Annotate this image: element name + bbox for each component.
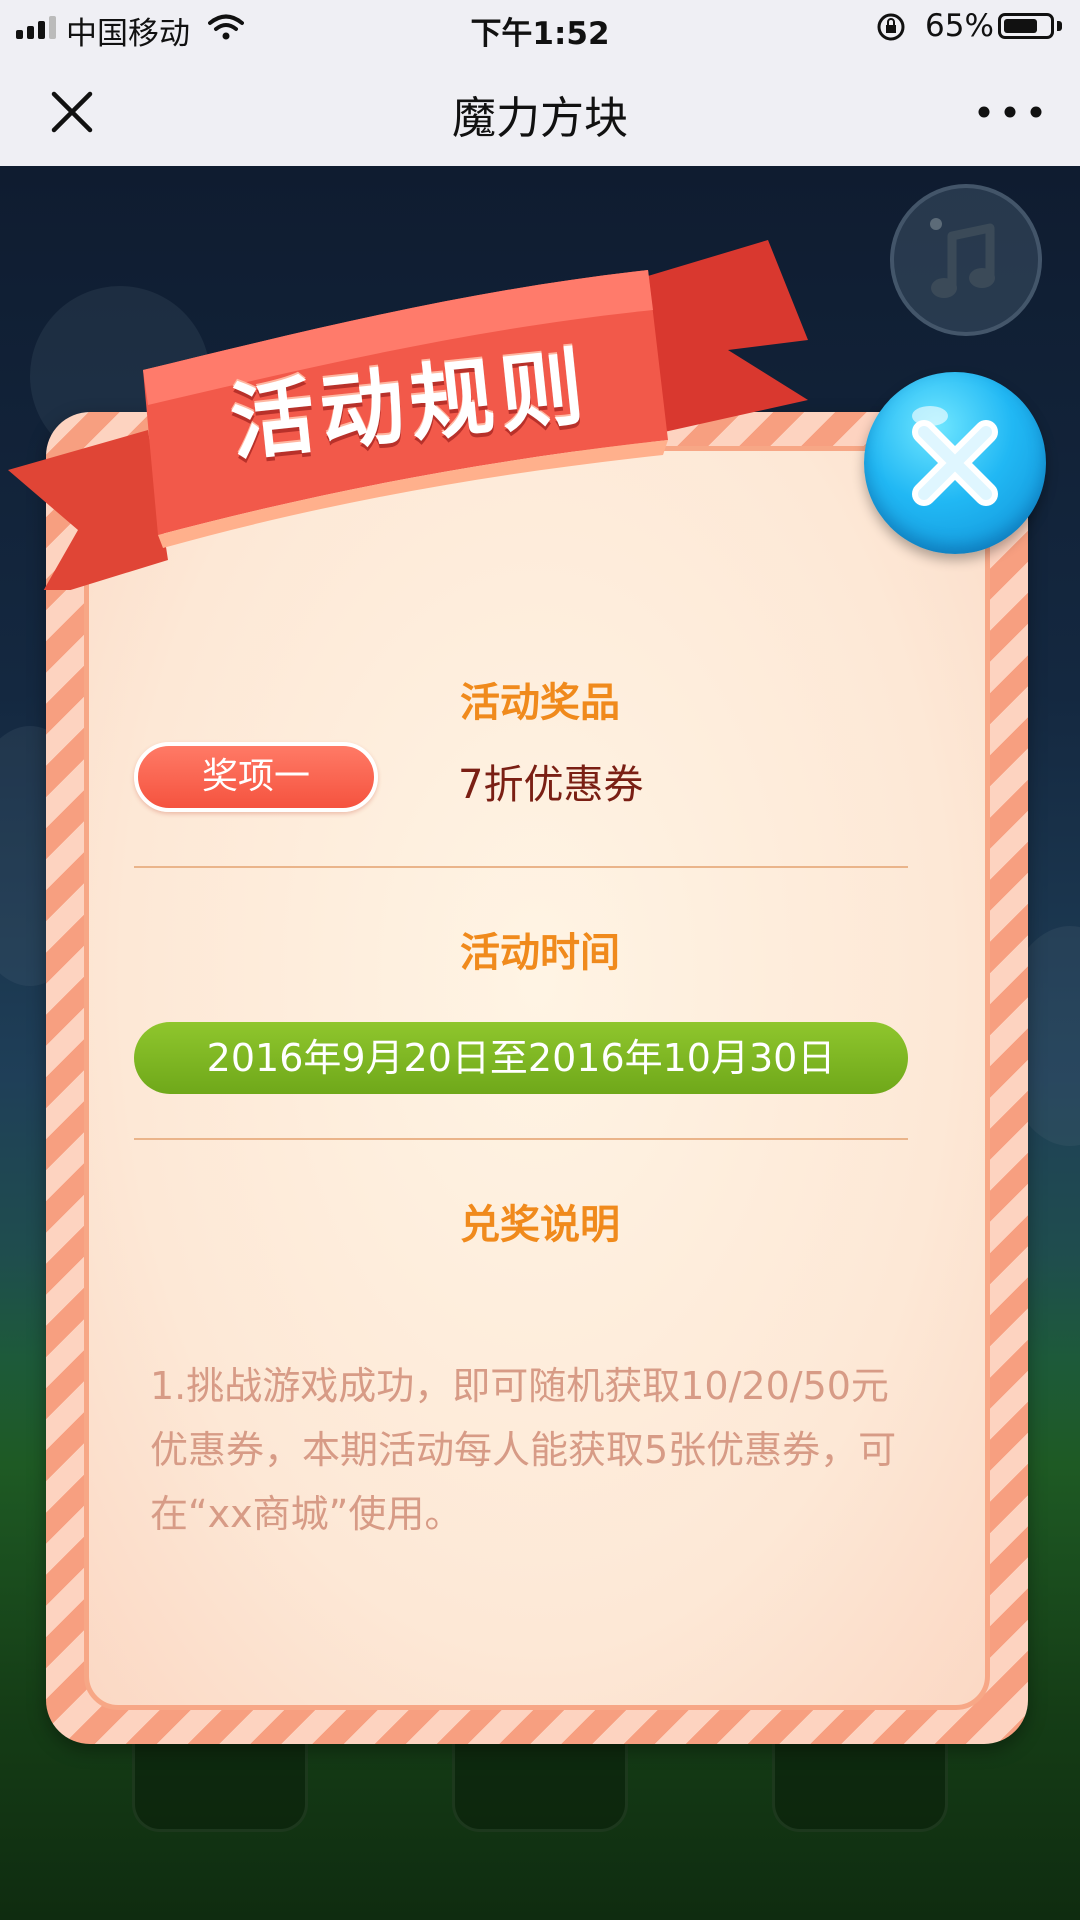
- battery-percent: 65%: [925, 8, 994, 44]
- redeem-section-title: 兑奖说明: [460, 1202, 620, 1248]
- status-time: 下午1:52: [470, 16, 610, 52]
- nav-bar: 魔力方块: [0, 54, 1080, 166]
- music-button[interactable]: [890, 184, 1042, 336]
- rotation-lock-icon: [876, 12, 906, 50]
- page-title: 魔力方块: [452, 93, 628, 144]
- prize-section-title: 活动奖品: [460, 680, 620, 726]
- divider: [134, 866, 908, 868]
- status-bar: 中国移动 下午1:52 65%: [0, 0, 1080, 54]
- time-section-title: 活动时间: [460, 930, 620, 976]
- battery-fill: [1004, 19, 1037, 33]
- battery-icon: [998, 13, 1054, 39]
- more-dots-icon[interactable]: [968, 94, 1052, 130]
- close-icon[interactable]: [44, 84, 100, 140]
- prize-badge: 奖项一: [134, 742, 378, 812]
- music-note-icon: [930, 218, 995, 298]
- divider: [134, 1138, 908, 1140]
- redeem-rules-text: 1.挑战游戏成功，即可随机获取10/20/50元优惠券，本期活动每人能获取5张优…: [150, 1364, 897, 1536]
- modal-close-button[interactable]: [864, 372, 1046, 554]
- activity-date-range: 2016年9月20日至2016年10月30日: [134, 1022, 908, 1094]
- battery-cap: [1057, 21, 1062, 31]
- prize-value: 7折优惠券: [458, 762, 644, 808]
- close-icon: [912, 406, 998, 506]
